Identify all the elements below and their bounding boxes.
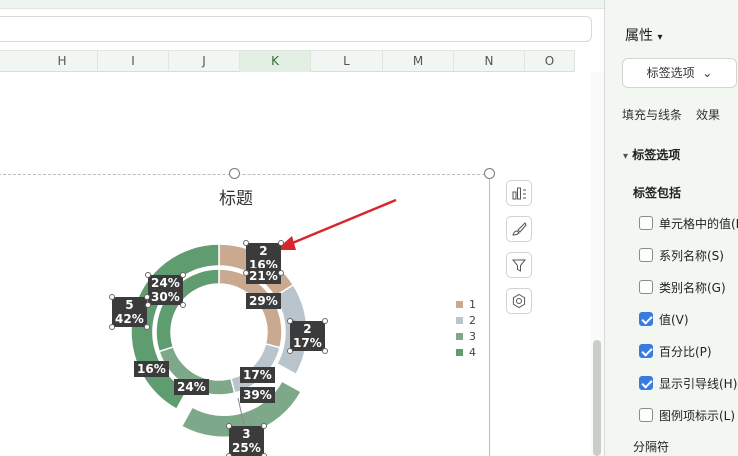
chevron-down-icon: ▾ xyxy=(657,32,663,43)
label-handle[interactable] xyxy=(144,294,150,300)
label-handle[interactable] xyxy=(180,272,186,278)
annotation-arrow xyxy=(276,198,397,250)
filter-icon xyxy=(511,259,527,272)
legend-swatch xyxy=(456,316,463,324)
data-label-percent: 39% xyxy=(243,388,272,402)
chart-elements-icon xyxy=(512,187,526,200)
data-label[interactable]: 16% xyxy=(134,361,169,377)
data-label-percent: 29% xyxy=(249,294,278,308)
legend-label: 4 xyxy=(469,345,476,359)
data-label[interactable]: 29% xyxy=(246,293,281,309)
chart-legend[interactable]: 1 2 3 4 xyxy=(456,296,482,360)
label-handle[interactable] xyxy=(243,240,249,246)
label-contains-heading: 标签包括 xyxy=(633,186,682,200)
checkbox-checked[interactable] xyxy=(639,312,653,326)
checkbox[interactable] xyxy=(639,280,653,294)
label-options-dropdown[interactable]: 标签选项 ⌄ xyxy=(622,58,737,88)
data-label-value: 3 xyxy=(242,427,251,441)
data-label-percent: 17% xyxy=(293,336,322,350)
data-label-value: 2 xyxy=(259,244,268,258)
option-category-name[interactable]: 类别名称(G) xyxy=(639,278,726,296)
data-label-percent: 17% xyxy=(243,368,272,382)
chart-elements-button[interactable] xyxy=(506,180,532,206)
chart-filter-button[interactable] xyxy=(506,252,532,278)
checkbox-checked[interactable] xyxy=(639,344,653,358)
checkbox[interactable] xyxy=(639,216,653,230)
data-label[interactable]: 24% 30% xyxy=(148,275,183,305)
option-series-name[interactable]: 系列名称(S) xyxy=(639,246,724,264)
legend-item[interactable]: 2 xyxy=(456,312,482,328)
label-handle[interactable] xyxy=(322,318,328,324)
caret-down-icon: ▾ xyxy=(623,151,629,162)
label-handle[interactable] xyxy=(226,423,232,429)
data-label-percent: 25% xyxy=(232,441,261,455)
option-percentage[interactable]: 百分比(P) xyxy=(639,342,712,360)
settings-icon xyxy=(512,293,526,309)
label-handle[interactable] xyxy=(278,240,284,246)
legend-swatch xyxy=(456,348,463,356)
checkbox[interactable] xyxy=(639,408,653,422)
label-handle[interactable] xyxy=(145,302,151,308)
legend-label: 2 xyxy=(469,313,476,327)
data-label-value: 5 xyxy=(125,298,134,312)
legend-item[interactable]: 1 xyxy=(456,296,482,312)
option-value[interactable]: 值(V) xyxy=(639,310,689,328)
legend-item[interactable]: 4 xyxy=(456,344,482,360)
data-label[interactable]: 39% xyxy=(240,387,275,403)
label-handle[interactable] xyxy=(109,324,115,330)
legend-label: 3 xyxy=(469,329,476,343)
label-handle[interactable] xyxy=(261,423,267,429)
legend-label: 1 xyxy=(469,297,476,311)
separator-heading: 分隔符 xyxy=(633,440,670,454)
label-handle[interactable] xyxy=(287,318,293,324)
label-handle[interactable] xyxy=(180,302,186,308)
data-label-value: 2 xyxy=(303,322,312,336)
data-label-percent: 24% xyxy=(177,380,206,394)
label-handle[interactable] xyxy=(322,348,328,354)
label-handle[interactable] xyxy=(109,294,115,300)
section-label-options[interactable]: ▾ 标签选项 xyxy=(623,146,680,163)
label-handle[interactable] xyxy=(145,272,151,278)
panel-tabs: 填充与线条 效果 xyxy=(622,106,734,123)
label-handle[interactable] xyxy=(278,270,284,276)
data-label-percent: 42% xyxy=(115,312,144,326)
brush-icon xyxy=(512,222,527,236)
data-label[interactable]: 5 42% xyxy=(112,297,147,327)
data-label[interactable]: 3 25% xyxy=(229,426,264,456)
legend-item[interactable]: 3 xyxy=(456,328,482,344)
checkbox[interactable] xyxy=(639,248,653,262)
checkbox-checked[interactable] xyxy=(639,376,653,390)
legend-swatch xyxy=(456,332,463,340)
label-handle[interactable] xyxy=(243,270,249,276)
tab-effects[interactable]: 效果 xyxy=(696,108,720,122)
data-label[interactable]: 21% xyxy=(246,268,281,284)
chart-settings-button[interactable] xyxy=(506,288,532,314)
data-label-percent: 30% xyxy=(151,290,180,304)
data-label-percent: 21% xyxy=(249,269,278,283)
tab-fill-line[interactable]: 填充与线条 xyxy=(622,108,682,122)
data-label-percent: 16% xyxy=(137,362,166,376)
data-label-value: 24% xyxy=(151,276,180,290)
option-legend-key[interactable]: 图例项标示(L) xyxy=(639,406,735,424)
chart-style-button[interactable] xyxy=(506,216,532,242)
option-cell-value[interactable]: 单元格中的值(F xyxy=(639,214,738,232)
panel-title[interactable]: 属性 ▾ xyxy=(625,25,662,45)
data-label[interactable]: 17% xyxy=(240,367,275,383)
property-panel: 属性 ▾ 标签选项 ⌄ 填充与线条 效果 ▾ 标签选项 标签包括 单元格中的值(F… xyxy=(604,0,738,456)
chevron-down-icon: ⌄ xyxy=(702,66,713,80)
label-handle[interactable] xyxy=(144,324,150,330)
data-label[interactable]: 24% xyxy=(174,379,209,395)
legend-swatch xyxy=(456,300,463,308)
label-handle[interactable] xyxy=(287,348,293,354)
data-label[interactable]: 2 17% xyxy=(290,321,325,351)
option-leader-lines[interactable]: 显示引导线(H) xyxy=(639,374,737,392)
